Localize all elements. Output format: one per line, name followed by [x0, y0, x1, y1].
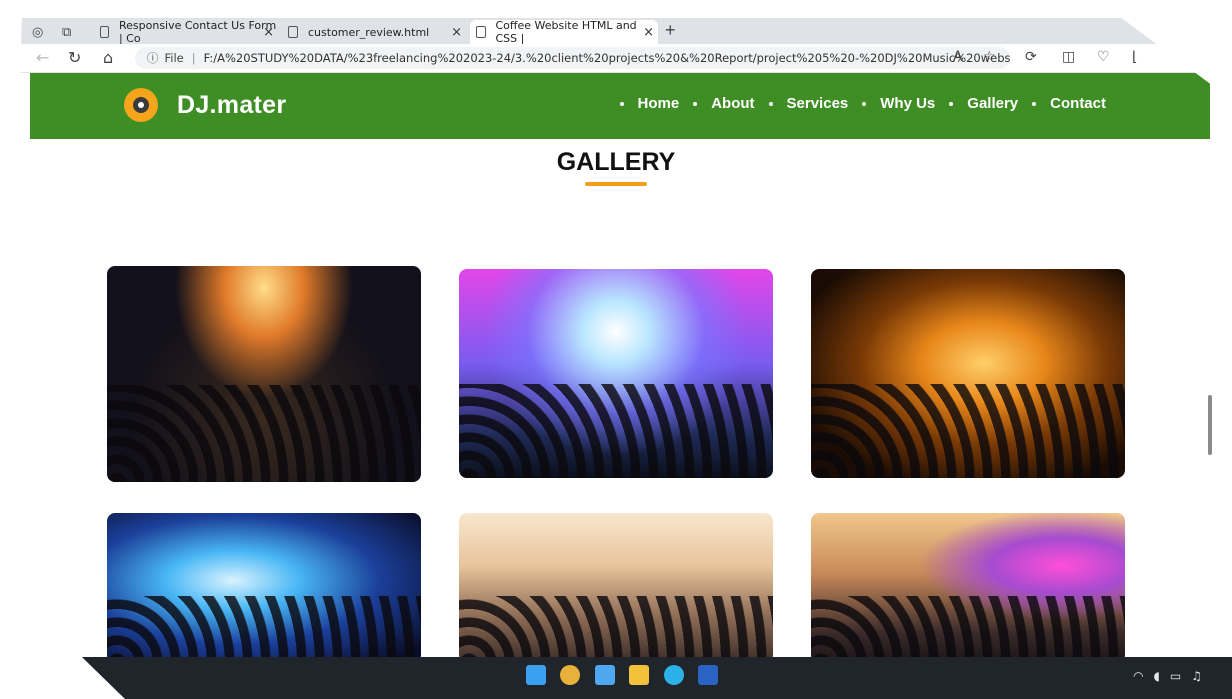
- nav-contact[interactable]: Contact: [1050, 95, 1106, 112]
- nav-bullet: [1032, 101, 1037, 106]
- nav-about[interactable]: About: [711, 95, 754, 112]
- url-file-label: File: [164, 51, 184, 65]
- page-icon: [476, 26, 486, 38]
- main-nav: Home About Services Why Us Gallery Conta…: [606, 95, 1106, 112]
- collections-icon[interactable]: ⌊: [1132, 49, 1137, 65]
- tab-contact-form[interactable]: Responsive Contact Us Form | Co ×: [100, 19, 278, 45]
- notification-bell-icon[interactable]: ♫: [1191, 669, 1202, 683]
- tab-title: customer_review.html: [308, 25, 430, 39]
- gallery-title: GALLERY: [556, 148, 676, 176]
- browser-window: ◎ ⧉ Responsive Contact Us Form | Co × cu…: [8, 8, 1232, 699]
- word-icon[interactable]: [698, 665, 718, 685]
- system-tray: ◠ ◖ ▭ ♫: [1133, 669, 1202, 683]
- nav-home[interactable]: Home: [638, 95, 680, 112]
- tab-title: Coffee Website HTML and CSS |: [495, 19, 637, 45]
- favorite-star-icon[interactable]: ☆: [983, 49, 996, 65]
- gallery-image-orange-fire-concert[interactable]: [811, 269, 1125, 478]
- nav-bullet: [693, 101, 698, 106]
- tab-title: Responsive Contact Us Form | Co: [118, 19, 277, 45]
- nav-why-us[interactable]: Why Us: [880, 95, 935, 112]
- close-icon[interactable]: ×: [263, 25, 274, 40]
- nav-services[interactable]: Services: [787, 95, 849, 112]
- nav-bullet: [768, 101, 773, 106]
- tab-bar: ◎ ⧉ Responsive Contact Us Form | Co × cu…: [8, 18, 1232, 45]
- back-icon[interactable]: ←: [36, 48, 49, 67]
- nav-gallery[interactable]: Gallery: [967, 95, 1018, 112]
- tab-actions-icon[interactable]: ⧉: [62, 24, 71, 40]
- extensions-icon[interactable]: ⟳: [1025, 49, 1037, 65]
- close-icon[interactable]: ×: [451, 25, 462, 40]
- gallery-image-laser-light-show[interactable]: [107, 513, 421, 663]
- url-field[interactable]: ⓘ File | F:/A%20STUDY%20DATA/%23freelanc…: [135, 47, 1010, 69]
- profile-icon[interactable]: ◎: [32, 24, 43, 40]
- volume-icon[interactable]: ◖: [1154, 669, 1160, 683]
- gallery-image-sunset-beach-dj-mixer[interactable]: [811, 513, 1125, 663]
- gallery-image-stage-lights-purple-crowd[interactable]: [459, 269, 773, 478]
- nav-bullet: [619, 101, 624, 106]
- new-tab-button[interactable]: +: [665, 20, 676, 41]
- disc-logo-icon[interactable]: [124, 88, 158, 122]
- page-icon: [100, 26, 109, 38]
- browser-essentials-icon[interactable]: ♡: [1097, 49, 1110, 65]
- brand-name[interactable]: DJ.mater: [177, 91, 286, 120]
- start-icon[interactable]: [526, 665, 546, 685]
- chrome-icon[interactable]: [560, 665, 580, 685]
- page-icon: [288, 26, 298, 38]
- tab-coffee-website[interactable]: Coffee Website HTML and CSS | ×: [470, 19, 658, 45]
- info-icon[interactable]: ⓘ: [147, 50, 159, 66]
- nav-bullet: [949, 101, 954, 106]
- split-screen-icon[interactable]: ◫: [1062, 49, 1075, 65]
- wifi-icon[interactable]: ◠: [1133, 669, 1143, 683]
- nav-bullet: [862, 101, 867, 106]
- edge-icon[interactable]: [664, 665, 684, 685]
- battery-icon[interactable]: ▭: [1170, 669, 1181, 683]
- title-underline: [585, 182, 647, 186]
- address-bar: ← ↻ ⌂ ⓘ File | F:/A%20STUDY%20DATA/%23fr…: [8, 44, 1232, 73]
- scrollbar-thumb[interactable]: [1208, 395, 1212, 455]
- site-header: DJ.mater Home About Services Why Us Gall…: [30, 73, 1210, 139]
- notepad-icon[interactable]: [595, 665, 615, 685]
- close-icon[interactable]: ×: [643, 25, 654, 40]
- tab-customer-review[interactable]: customer_review.html ×: [288, 20, 466, 44]
- gallery-image-beach-party-dj-headphones[interactable]: [459, 513, 773, 663]
- gallery-image-dj-at-turntables-crowd[interactable]: [107, 266, 421, 482]
- windows-taskbar: ◠ ◖ ▭ ♫: [8, 657, 1232, 699]
- url-text: F:/A%20STUDY%20DATA/%23freelancing%20202…: [203, 51, 1010, 65]
- refresh-icon[interactable]: ↻: [68, 48, 81, 67]
- file-explorer-icon[interactable]: [629, 665, 649, 685]
- url-separator: |: [191, 51, 196, 65]
- read-aloud-icon[interactable]: A: [953, 49, 963, 65]
- home-icon[interactable]: ⌂: [103, 48, 113, 67]
